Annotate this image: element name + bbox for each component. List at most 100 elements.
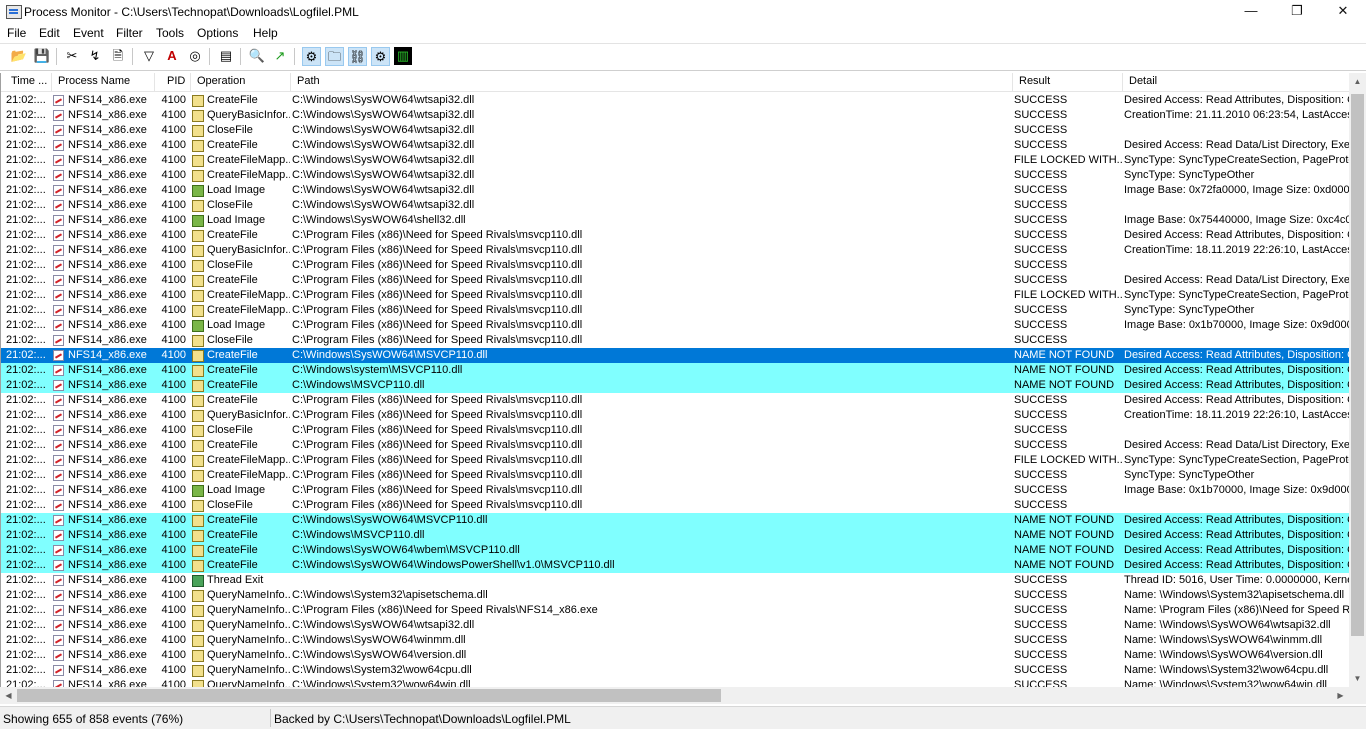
column-time[interactable]: Time ... (11, 75, 47, 87)
operation-cell: Thread Exit (207, 574, 264, 586)
network-activity-icon[interactable]: ⛓ (348, 47, 367, 66)
event-row[interactable]: 21:02:... NFS14_x86.exe 4100 CreateFileMapp… (1, 453, 1350, 468)
maximize-button[interactable]: ❐ (1274, 0, 1320, 24)
process-icon (53, 365, 64, 376)
event-row[interactable]: 21:02:... NFS14_x86.exe 4100 QueryBasicInfo… (1, 408, 1350, 423)
event-row[interactable]: 21:02:... NFS14_x86.exe 4100 CreateFile C:\W… (1, 558, 1350, 573)
column-divider[interactable] (154, 73, 155, 91)
close-button[interactable]: ✕ (1320, 0, 1366, 24)
vertical-scroll-thumb[interactable] (1351, 94, 1364, 636)
process-name-cell: NFS14_x86.exe (68, 484, 147, 496)
find-icon[interactable]: 🔍 (248, 47, 266, 65)
registry-activity-icon[interactable]: ⚙ (302, 47, 321, 66)
event-row[interactable]: 21:02:... NFS14_x86.exe 4100 QueryNameInfo.… (1, 648, 1350, 663)
event-row[interactable]: 21:02:... NFS14_x86.exe 4100 CreateFile C:\P… (1, 273, 1350, 288)
event-row[interactable]: 21:02:... NFS14_x86.exe 4100 CreateFileMapp… (1, 288, 1350, 303)
menu-edit[interactable]: Edit (39, 26, 60, 40)
process-tree-icon[interactable]: ▤ (217, 47, 235, 65)
event-row[interactable]: 21:02:... NFS14_x86.exe 4100 QueryNameInfo.… (1, 678, 1350, 687)
event-row[interactable]: 21:02:... NFS14_x86.exe 4100 CreateFile C:\W… (1, 363, 1350, 378)
event-row[interactable]: 21:02:... NFS14_x86.exe 4100 CreateFile C:\W… (1, 348, 1350, 363)
event-row[interactable]: 21:02:... NFS14_x86.exe 4100 Load Image C:\W… (1, 213, 1350, 228)
highlight-icon[interactable]: A (163, 47, 181, 65)
horizontal-scroll-thumb[interactable] (17, 689, 721, 702)
include-process-icon[interactable]: ◎ (186, 47, 204, 65)
column-detail[interactable]: Detail (1129, 75, 1157, 87)
menu-help[interactable]: Help (253, 26, 278, 40)
column-divider[interactable] (290, 73, 291, 91)
column-path[interactable]: Path (297, 75, 320, 87)
event-row[interactable]: 21:02:... NFS14_x86.exe 4100 CreateFile C:\W… (1, 93, 1350, 108)
scroll-down-icon[interactable]: ▼ (1349, 670, 1366, 687)
scroll-right-icon[interactable]: ▶ (1332, 687, 1349, 704)
operation-icon (192, 530, 204, 542)
event-row[interactable]: 21:02:... NFS14_x86.exe 4100 CreateFile C:\W… (1, 513, 1350, 528)
event-row[interactable]: 21:02:... NFS14_x86.exe 4100 QueryBasicInfo… (1, 243, 1350, 258)
event-row[interactable]: 21:02:... NFS14_x86.exe 4100 CreateFile C:\W… (1, 543, 1350, 558)
capture-icon[interactable]: ✂ (63, 47, 81, 65)
pid-cell: 4100 (161, 379, 186, 391)
event-row[interactable]: 21:02:... NFS14_x86.exe 4100 CreateFileMapp… (1, 303, 1350, 318)
column-divider[interactable] (51, 73, 52, 91)
event-row[interactable]: 21:02:... NFS14_x86.exe 4100 CloseFile C:\Pr… (1, 423, 1350, 438)
operation-icon (192, 155, 204, 167)
result-cell: SUCCESS (1014, 319, 1068, 331)
process-name-cell: NFS14_x86.exe (68, 244, 147, 256)
event-row[interactable]: 21:02:... NFS14_x86.exe 4100 QueryNameInfo.… (1, 618, 1350, 633)
menu-filter[interactable]: Filter (116, 26, 143, 40)
vertical-scrollbar[interactable]: ▲ ▼ (1349, 73, 1366, 687)
menu-event[interactable]: Event (73, 26, 104, 40)
event-row[interactable]: 21:02:... NFS14_x86.exe 4100 QueryNameInfo.… (1, 633, 1350, 648)
column-divider[interactable] (1012, 73, 1013, 91)
event-row[interactable]: 21:02:... NFS14_x86.exe 4100 QueryNameInfo.… (1, 663, 1350, 678)
profiling-activity-icon[interactable]: ▥ (394, 47, 412, 65)
event-row[interactable]: 21:02:... NFS14_x86.exe 4100 Thread Exit SUC… (1, 573, 1350, 588)
menu-file[interactable]: File (7, 26, 26, 40)
column-pid[interactable]: PID (167, 75, 185, 87)
event-row[interactable]: 21:02:... NFS14_x86.exe 4100 CreateFile C:\W… (1, 378, 1350, 393)
menu-tools[interactable]: Tools (156, 26, 184, 40)
event-list[interactable]: Time ... Process Name PID Operation Path… (0, 73, 1350, 687)
column-divider[interactable] (1122, 73, 1123, 91)
event-row[interactable]: 21:02:... NFS14_x86.exe 4100 CloseFile C:\Wi… (1, 123, 1350, 138)
event-row[interactable]: 21:02:... NFS14_x86.exe 4100 QueryBasicInfo… (1, 108, 1350, 123)
column-result[interactable]: Result (1019, 75, 1050, 87)
result-cell: NAME NOT FOUND (1014, 559, 1115, 571)
operation-cell: CreateFile (207, 544, 258, 556)
event-row[interactable]: 21:02:... NFS14_x86.exe 4100 QueryNameInfo.… (1, 603, 1350, 618)
result-cell: SUCCESS (1014, 244, 1068, 256)
event-row[interactable]: 21:02:... NFS14_x86.exe 4100 QueryNameInfo.… (1, 588, 1350, 603)
process-activity-icon[interactable]: ⚙ (371, 47, 390, 66)
scroll-up-icon[interactable]: ▲ (1349, 73, 1366, 90)
filter-icon[interactable]: ▽ (140, 47, 158, 65)
event-row[interactable]: 21:02:... NFS14_x86.exe 4100 CreateFile C:\W… (1, 528, 1350, 543)
event-row[interactable]: 21:02:... NFS14_x86.exe 4100 CloseFile C:\Pr… (1, 498, 1350, 513)
event-row[interactable]: 21:02:... NFS14_x86.exe 4100 CreateFile C:\P… (1, 393, 1350, 408)
event-row[interactable]: 21:02:... NFS14_x86.exe 4100 CloseFile C:\Pr… (1, 333, 1350, 348)
autoscroll-icon[interactable]: ↯ (86, 47, 104, 65)
column-operation[interactable]: Operation (197, 75, 245, 87)
process-icon (53, 635, 64, 646)
event-row[interactable]: 21:02:... NFS14_x86.exe 4100 CreateFile C:\P… (1, 438, 1350, 453)
menu-options[interactable]: Options (197, 26, 238, 40)
event-row[interactable]: 21:02:... NFS14_x86.exe 4100 CreateFileMapp… (1, 468, 1350, 483)
event-row[interactable]: 21:02:... NFS14_x86.exe 4100 CreateFileMapp… (1, 168, 1350, 183)
column-divider[interactable] (190, 73, 191, 91)
jump-icon[interactable]: ↗ (271, 47, 289, 65)
open-icon[interactable]: 📂 (10, 47, 28, 65)
event-row[interactable]: 21:02:... NFS14_x86.exe 4100 Load Image C:\P… (1, 483, 1350, 498)
event-row[interactable]: 21:02:... NFS14_x86.exe 4100 CreateFileMapp… (1, 153, 1350, 168)
event-row[interactable]: 21:02:... NFS14_x86.exe 4100 CloseFile C:\Pr… (1, 258, 1350, 273)
event-row[interactable]: 21:02:... NFS14_x86.exe 4100 CreateFile C:\P… (1, 228, 1350, 243)
save-icon[interactable]: 💾 (33, 47, 51, 65)
event-row[interactable]: 21:02:... NFS14_x86.exe 4100 Load Image C:\P… (1, 318, 1350, 333)
file-activity-icon[interactable]: 🗀 (325, 47, 344, 66)
horizontal-scrollbar[interactable]: ◀ ▶ (0, 687, 1349, 704)
column-process-name[interactable]: Process Name (58, 75, 130, 87)
event-row[interactable]: 21:02:... NFS14_x86.exe 4100 CreateFile C:\W… (1, 138, 1350, 153)
minimize-button[interactable]: — (1228, 0, 1274, 24)
scroll-left-icon[interactable]: ◀ (0, 687, 17, 704)
event-row[interactable]: 21:02:... NFS14_x86.exe 4100 CloseFile C:\Wi… (1, 198, 1350, 213)
event-row[interactable]: 21:02:... NFS14_x86.exe 4100 Load Image C:\W… (1, 183, 1350, 198)
clear-icon[interactable]: 🗎 (109, 47, 127, 65)
